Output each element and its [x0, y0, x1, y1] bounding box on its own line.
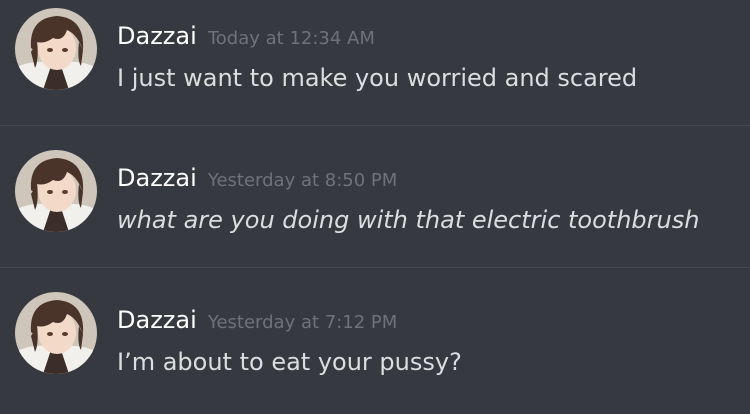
username[interactable]: Dazzai	[117, 306, 197, 334]
chat-message-list: Dazzai Today at 12:34 AM I just want to …	[0, 0, 750, 414]
avatar-image	[15, 8, 97, 90]
timestamp: Yesterday at 7:12 PM	[207, 312, 398, 333]
timestamp: Yesterday at 8:50 PM	[207, 170, 398, 191]
avatar-image	[15, 292, 97, 374]
user-avatar[interactable]	[15, 8, 97, 90]
user-avatar[interactable]	[15, 292, 97, 374]
avatar-image	[15, 150, 97, 232]
user-avatar[interactable]	[15, 150, 97, 232]
timestamp: Today at 12:34 AM	[207, 28, 375, 49]
message-header: Dazzai Yesterday at 7:12 PM	[117, 306, 397, 334]
chat-message: Dazzai Today at 12:34 AM I just want to …	[0, 0, 750, 126]
message-text: I just want to make you worried and scar…	[117, 64, 638, 92]
message-text: what are you doing with that electric to…	[117, 206, 700, 234]
chat-message: Dazzai Yesterday at 8:50 PM what are you…	[0, 142, 750, 268]
message-text: I’m about to eat your pussy?	[117, 348, 462, 376]
message-header: Dazzai Today at 12:34 AM	[117, 22, 375, 50]
message-header: Dazzai Yesterday at 8:50 PM	[117, 164, 397, 192]
chat-message: Dazzai Yesterday at 7:12 PM I’m about to…	[0, 284, 750, 414]
username[interactable]: Dazzai	[117, 22, 197, 50]
username[interactable]: Dazzai	[117, 164, 197, 192]
